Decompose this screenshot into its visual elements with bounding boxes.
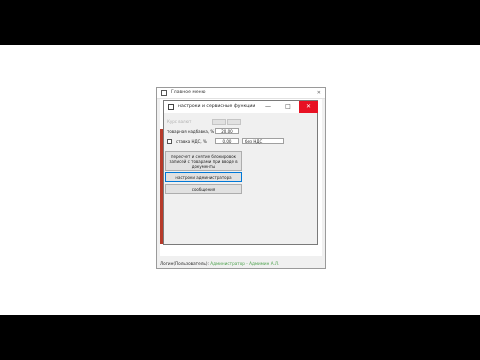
status-bar: Логин(Пользователь): Администратор - Адм…: [160, 261, 279, 266]
close-icon[interactable]: ✕: [317, 88, 321, 98]
status-label: Логин(Пользователь):: [160, 261, 209, 266]
messages-button[interactable]: сообщения: [165, 184, 242, 194]
vat-label: ставка НДС, %: [176, 139, 207, 144]
screen-area: Главное меню ✕ Логин(Пользователь): Адми…: [0, 45, 480, 315]
vat-input[interactable]: 0.00: [215, 138, 239, 144]
markup-input[interactable]: 20.00: [215, 128, 239, 134]
settings-dialog: настроки и сервисные функции — □ ✕ Курс …: [163, 100, 318, 245]
status-user: Администратор - Адмимин А.Л.: [210, 261, 280, 266]
settings-window-icon: [168, 104, 174, 110]
dialog-titlebar: настроки и сервисные функции — □ ✕: [164, 101, 318, 113]
vat-checkbox[interactable]: [167, 139, 172, 144]
vat-type-select[interactable]: без НДС: [242, 138, 284, 144]
currency-label: Курс валют: [167, 119, 192, 124]
app-icon: [161, 90, 167, 96]
markup-label: товарная надбавка, %: [167, 129, 215, 134]
recalc-unlock-button[interactable]: пересчет и снятие блокировок записей с т…: [165, 151, 242, 171]
dialog-title: настроки и сервисные функции: [178, 104, 256, 109]
maximize-button[interactable]: □: [282, 101, 294, 113]
main-window-titlebar: Главное меню ✕: [157, 88, 325, 99]
admin-settings-button[interactable]: настроки администратора: [165, 172, 242, 182]
currency-field-disabled: [212, 119, 226, 125]
minimize-button[interactable]: —: [262, 101, 274, 113]
currency-button-disabled: [227, 119, 241, 125]
close-button[interactable]: ✕: [299, 101, 318, 113]
main-window-title: Главное меню: [171, 90, 206, 95]
